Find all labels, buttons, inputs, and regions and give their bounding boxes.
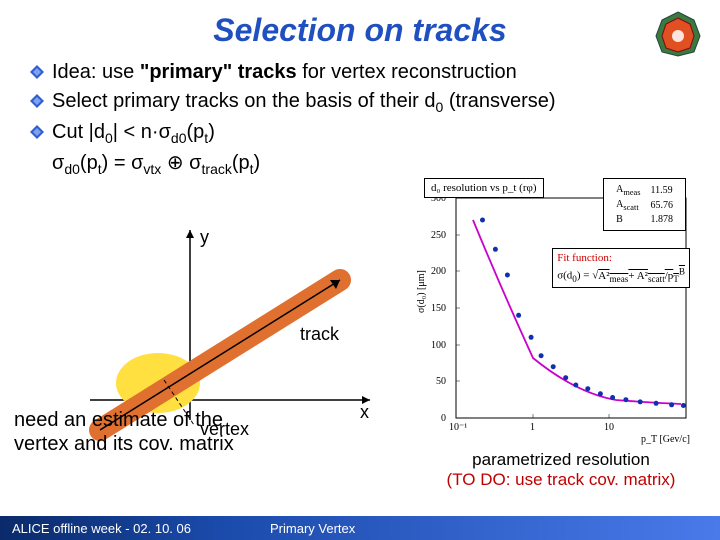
need-text: need an estimate of the vertex and its c… (14, 408, 274, 456)
svg-text:150: 150 (431, 303, 446, 314)
bullet-text: Cut |d0| < n·σd0(pt) (52, 119, 215, 148)
diamond-bullet-icon (30, 125, 44, 139)
svg-text:1: 1 (530, 422, 535, 433)
svg-text:10⁻¹: 10⁻¹ (449, 422, 467, 433)
bullet-text: Idea: use "primary" tracks for vertex re… (52, 59, 517, 86)
slide-title: Selection on tracks (0, 0, 720, 57)
svg-text:200: 200 (431, 266, 446, 277)
bullet-text: Select primary tracks on the basis of th… (52, 88, 556, 117)
alice-logo (654, 10, 702, 58)
fit-function-box: Fit function: σ(d0) = √A²meas+ A²scatt/p… (552, 248, 690, 288)
svg-text:σ(d₀) [μm]: σ(d₀) [μm] (416, 270, 427, 313)
footer-bar: ALICE offline week - 02. 10. 06 Primary … (0, 516, 720, 540)
footer-left: ALICE offline week - 02. 10. 06 (0, 521, 191, 536)
chart-title: d₀ resolution vs p_t (rφ) (424, 178, 544, 198)
bullet-list: Idea: use "primary" tracks for vertex re… (0, 59, 720, 179)
x-axis-label: x (360, 402, 369, 422)
svg-text:250: 250 (431, 230, 446, 241)
resolution-chart: d₀ resolution vs p_t (rφ) Ameas11.59 Asc… (416, 178, 706, 448)
fit-stats-box: Ameas11.59 Ascatt65.76 B1.878 (603, 178, 686, 231)
diamond-bullet-icon (30, 65, 44, 79)
diamond-bullet-icon (30, 94, 44, 108)
svg-text:0: 0 (441, 413, 446, 424)
footer-center: Primary Vertex (270, 521, 355, 536)
svg-text:50: 50 (436, 376, 446, 387)
svg-text:100: 100 (431, 340, 446, 351)
y-axis-label: y (200, 227, 209, 247)
formula-text: σd0(pt) = σvtx ⊕ σtrack(pt) (52, 150, 690, 179)
chart-caption: parametrized resolution (TO DO: use trac… (416, 450, 706, 490)
svg-text:10: 10 (604, 422, 614, 433)
track-label: track (300, 324, 340, 344)
svg-text:p_T [Gev/c]: p_T [Gev/c] (641, 434, 690, 445)
